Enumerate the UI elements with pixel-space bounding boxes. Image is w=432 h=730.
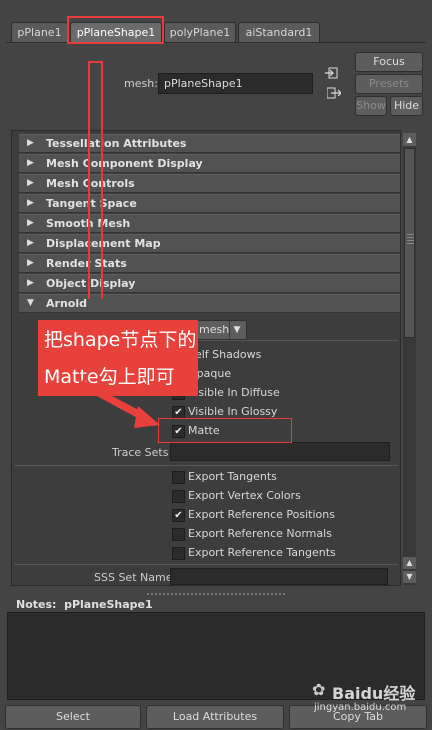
- checkbox-export-vertex-colors[interactable]: [172, 490, 185, 503]
- check-export-vertex-colors[interactable]: Export Vertex Colors: [12, 487, 400, 506]
- section-mesh-controls[interactable]: ▶ Mesh Controls: [19, 174, 400, 193]
- mesh-label: mesh:: [124, 77, 158, 90]
- tab-polyplane1[interactable]: polyPlane1: [164, 22, 236, 42]
- arnold-type-value: mesh: [199, 323, 230, 336]
- annotation-line-2: Matte勾上即可: [44, 366, 175, 388]
- splitter-grip[interactable]: [147, 593, 285, 595]
- expand-arrow-icon: ▶: [27, 238, 34, 248]
- vertical-scrollbar[interactable]: ▲ ▲ ▼: [403, 133, 416, 585]
- check-export-reference-positions[interactable]: ✔ Export Reference Positions: [12, 506, 400, 525]
- go-to-output-icon[interactable]: [326, 87, 342, 99]
- expand-arrow-icon: ▶: [27, 138, 34, 148]
- focus-button[interactable]: Focus: [355, 52, 423, 72]
- select-button[interactable]: Select: [5, 705, 141, 729]
- expand-arrow-icon: ▶: [27, 218, 34, 228]
- expand-arrow-icon: ▶: [27, 178, 34, 188]
- annotation-callout: 把shape节点下的 Matte勾上即可: [38, 320, 198, 396]
- sss-set-name-label: SSS Set Name: [94, 571, 173, 584]
- expand-arrow-icon: ▶: [27, 198, 34, 208]
- section-smooth-mesh[interactable]: ▶ Smooth Mesh: [19, 214, 400, 233]
- annotation-line-1: 把shape节点下的: [44, 329, 197, 351]
- expand-arrow-icon: ▶: [27, 258, 34, 268]
- scroll-up-icon[interactable]: ▲: [403, 557, 416, 569]
- presets-button[interactable]: Presets: [355, 74, 423, 94]
- highlight-matte-box: [158, 418, 292, 443]
- scroll-down-icon[interactable]: ▼: [403, 571, 416, 583]
- check-export-reference-tangents[interactable]: Export Reference Tangents: [12, 544, 400, 563]
- group-divider: [14, 564, 398, 565]
- baidu-paw-icon: ✿: [312, 680, 326, 699]
- show-button[interactable]: Show: [355, 96, 387, 116]
- section-mesh-component-display[interactable]: ▶ Mesh Component Display: [19, 154, 400, 173]
- highlight-tab-box: [67, 16, 164, 44]
- grip-icon: [407, 234, 414, 246]
- chevron-down-icon: ▼: [229, 321, 244, 339]
- expand-arrow-icon: ▶: [27, 158, 34, 168]
- section-object-display[interactable]: ▶ Object Display: [19, 274, 400, 293]
- trace-sets-label: Trace Sets: [112, 446, 169, 459]
- watermark-brand: Baidu经验: [332, 684, 416, 703]
- mesh-name-field[interactable]: pPlaneShape1: [158, 73, 313, 94]
- section-tangent-space[interactable]: ▶ Tangent Space: [19, 194, 400, 213]
- collapse-arrow-icon: ▼: [27, 298, 34, 308]
- expand-arrow-icon: ▶: [27, 278, 34, 288]
- scroll-thumb[interactable]: [404, 148, 415, 338]
- scroll-up-icon[interactable]: ▲: [403, 133, 416, 146]
- check-export-reference-normals[interactable]: Export Reference Normals: [12, 525, 400, 544]
- baidu-watermark: ✿ Baidu经验 jingyan.baidu.com: [312, 680, 424, 724]
- section-tessellation[interactable]: ▶ Tessellation Attributes: [19, 134, 400, 153]
- checkbox-export-reference-positions[interactable]: ✔: [172, 509, 185, 522]
- trace-sets-field[interactable]: [170, 442, 390, 461]
- tab-pplane1[interactable]: pPlane1: [11, 22, 68, 42]
- section-render-stats[interactable]: ▶ Render Stats: [19, 254, 400, 273]
- sss-set-name-field[interactable]: [170, 568, 388, 585]
- checkbox-export-reference-normals[interactable]: [172, 528, 185, 541]
- highlight-vertical-marker: [88, 61, 103, 299]
- section-displacement-map[interactable]: ▶ Displacement Map: [19, 234, 400, 253]
- checkbox-export-tangents[interactable]: [172, 471, 185, 484]
- section-arnold[interactable]: ▼ Arnold: [19, 294, 400, 313]
- group-divider: [14, 465, 398, 466]
- tab-aistandard1[interactable]: aiStandard1: [238, 22, 320, 42]
- watermark-url: jingyan.baidu.com: [314, 702, 407, 713]
- load-attributes-button[interactable]: Load Attributes: [146, 705, 284, 729]
- check-export-tangents[interactable]: Export Tangents: [12, 468, 400, 487]
- go-to-input-icon[interactable]: [325, 67, 339, 79]
- notes-label: Notes: pPlaneShape1: [16, 598, 153, 611]
- checkbox-export-reference-tangents[interactable]: [172, 547, 185, 560]
- hide-button[interactable]: Hide: [390, 96, 423, 116]
